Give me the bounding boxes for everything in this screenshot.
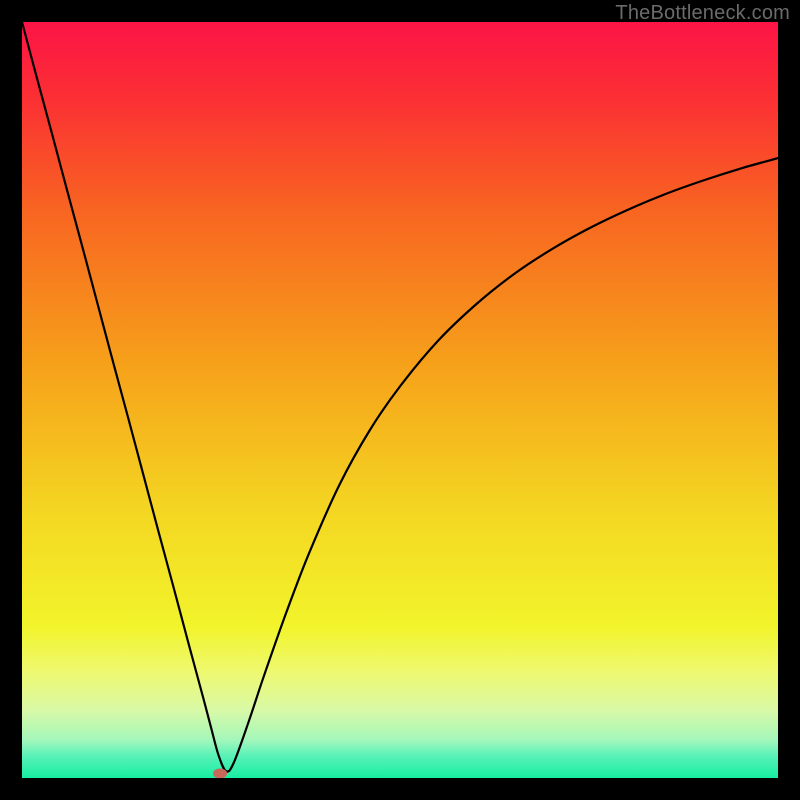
minimum-marker (213, 768, 227, 778)
watermark-label: TheBottleneck.com (615, 2, 790, 25)
chart-frame: TheBottleneck.com (0, 0, 800, 800)
plot-area (22, 22, 778, 778)
curve-layer (22, 22, 778, 778)
bottleneck-curve (22, 22, 778, 772)
